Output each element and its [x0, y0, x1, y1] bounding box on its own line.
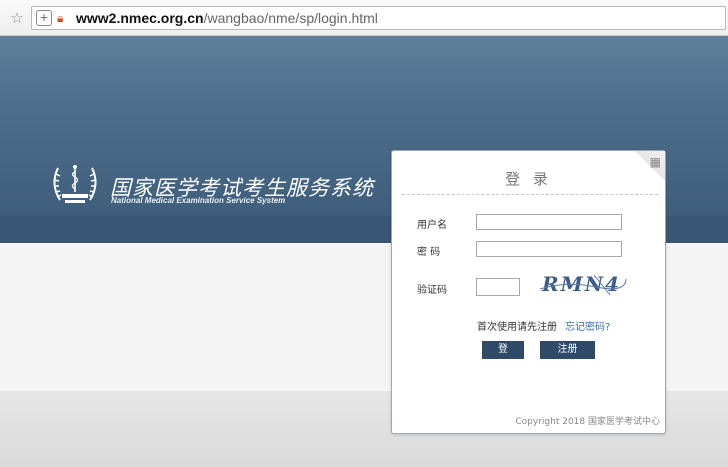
username-label: 用户名 [417, 220, 447, 231]
lock-warning-icon[interactable]: 🔒︎ [57, 10, 63, 26]
password-label: 密 码 [417, 247, 441, 258]
url-text[interactable]: www2.nmec.org.cn/wangbao/nme/sp/login.ht… [76, 9, 378, 27]
captcha-label: 验证码 [417, 285, 447, 296]
login-button[interactable]: 登入 [482, 341, 524, 373]
captcha-input[interactable] [476, 278, 520, 296]
username-input[interactable] [476, 214, 622, 230]
captcha-image[interactable]: RMN4 [536, 269, 628, 299]
login-panel: ▦ 登 录 用户名 密 码 验证码 RMN4 首次使用请先注册 忘记密码? 登入 … [391, 150, 666, 434]
plus-icon[interactable]: + [36, 10, 52, 26]
login-divider [402, 194, 658, 195]
register-button[interactable]: 注册 [540, 341, 595, 359]
login-title: 登 录 [505, 170, 552, 188]
browser-address-bar: ☆ + 🔒︎ www2.nmec.org.cn/wangbao/nme/sp/l… [0, 0, 728, 36]
register-links: 首次使用请先注册 忘记密码? [477, 318, 610, 333]
url-field[interactable]: + 🔒︎ www2.nmec.org.cn/wangbao/nme/sp/log… [31, 6, 726, 30]
logo-emblem-icon [53, 165, 97, 203]
copyright-text: Copyright 2018 国家医学考试中心 [515, 417, 660, 427]
password-input[interactable] [476, 241, 622, 257]
url-host: www2.nmec.org.cn [76, 10, 204, 26]
url-path: /wangbao/nme/sp/login.html [203, 10, 378, 26]
site-subtitle: National Medical Examination Service Sys… [111, 196, 286, 205]
captcha-text: RMN4 [541, 272, 621, 296]
qr-code-icon[interactable]: ▦ [650, 155, 661, 169]
star-icon[interactable]: ☆ [8, 9, 26, 27]
forgot-password-link[interactable]: 忘记密码? [565, 322, 610, 333]
first-use-text: 首次使用请先注册 [477, 322, 557, 333]
